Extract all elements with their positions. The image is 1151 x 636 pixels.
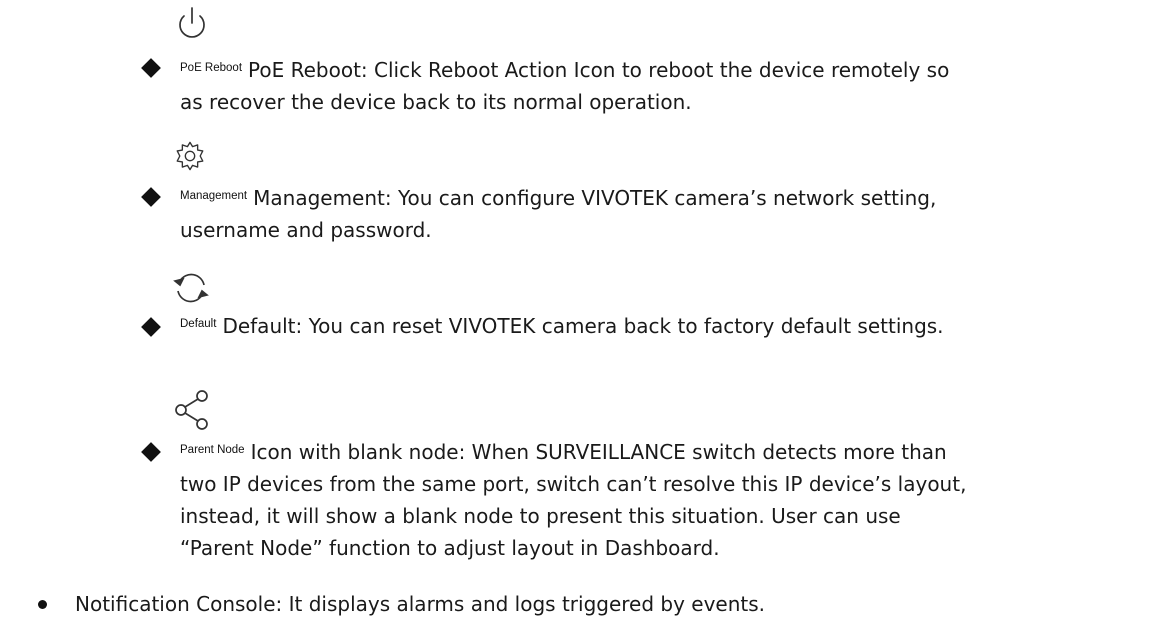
parent-node-label: Parent Node — [180, 444, 245, 456]
bullet-diamond — [141, 58, 161, 78]
default-text: Default: You can reset VIVOTEK camera ba… — [222, 314, 944, 338]
management-description: Management Management: You can configure … — [180, 180, 980, 246]
poe-reboot-text: PoE Reboot: Click Reboot Action Icon to … — [180, 58, 950, 114]
document-page: PoE Reboot PoE Reboot: Click Reboot Actio… — [0, 0, 1151, 636]
default-label: Default — [180, 318, 217, 330]
bullet-diamond — [141, 317, 161, 337]
bullet-dot — [38, 600, 47, 609]
poe-reboot-label: PoE Reboot — [180, 62, 243, 74]
management-text: Management: You can configure VIVOTEK ca… — [180, 186, 937, 242]
bullet-diamond — [141, 187, 161, 207]
power-icon — [172, 4, 212, 44]
notification-console-text: Notification Console: It displays alarms… — [75, 592, 766, 616]
management-label: Management — [180, 190, 248, 202]
refresh-icon — [170, 267, 212, 309]
bullet-diamond — [141, 442, 161, 462]
default-description: Default Default: You can reset VIVOTEK ca… — [180, 308, 1080, 342]
gear-icon — [173, 139, 207, 173]
parent-node-text: Icon with blank node: When SURVEILLANCE … — [180, 440, 967, 560]
parent-node-description: Parent Node Icon with blank node: When SU… — [180, 434, 970, 564]
poe-reboot-description: PoE Reboot PoE Reboot: Click Reboot Actio… — [180, 52, 960, 118]
share-nodes-icon — [171, 389, 211, 431]
